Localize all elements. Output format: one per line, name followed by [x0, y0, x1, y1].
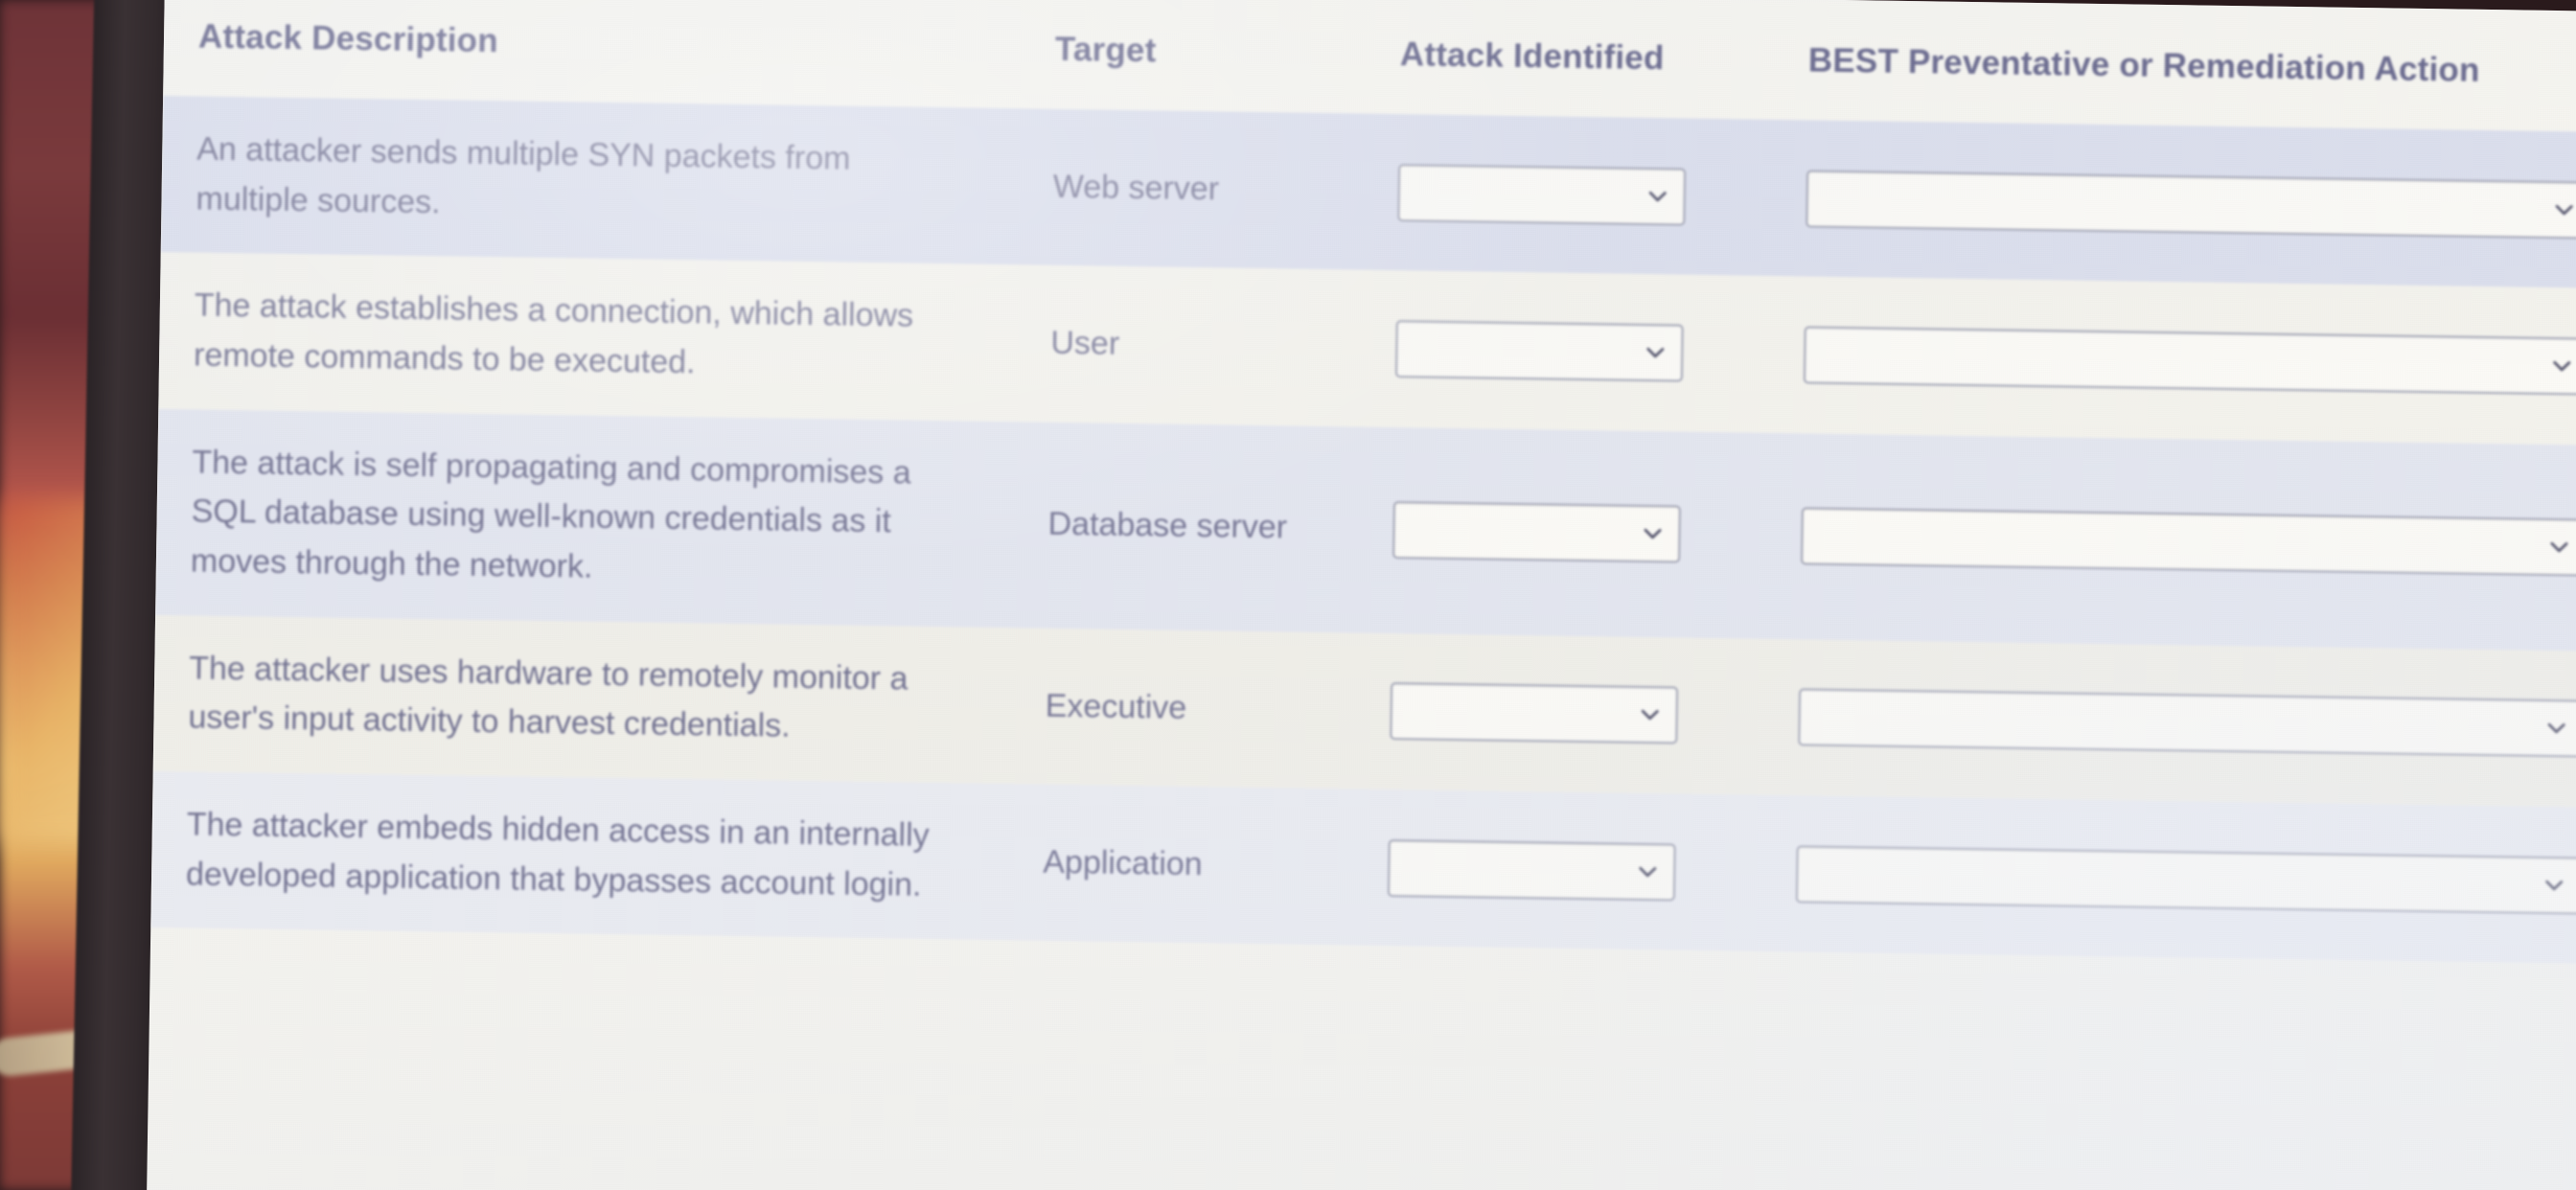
best-action-cell	[1772, 639, 2576, 808]
best-action-select[interactable]	[1795, 845, 2576, 915]
attack-identified-select[interactable]	[1394, 320, 1684, 382]
target-cell: Web server	[1052, 168, 1220, 208]
attack-identified-select[interactable]	[1390, 682, 1679, 744]
chevron-down-icon	[2551, 197, 2576, 222]
screen-content: Attack Description Target Attack Identif…	[146, 0, 2576, 1190]
best-action-select[interactable]	[1806, 170, 2576, 240]
chevron-down-icon	[1645, 184, 1670, 209]
best-action-cell	[1781, 120, 2576, 288]
attack-description-cell: An attacker sends multiple SYN packets f…	[196, 130, 851, 220]
chevron-down-icon	[2543, 716, 2568, 741]
best-action-cell	[1775, 433, 2576, 652]
column-header-target: Target	[1025, 0, 1382, 114]
best-action-select[interactable]	[1801, 507, 2576, 577]
photo-of-screen: Attack Description Target Attack Identif…	[0, 0, 2576, 1190]
column-header-best-action: BEST Preventative or Remediation Action	[1782, 0, 2576, 132]
target-cell: Application	[1043, 843, 1203, 883]
attack-identified-select[interactable]	[1387, 838, 1676, 902]
attack-matrix-table: Attack Description Target Attack Identif…	[150, 0, 2576, 965]
attack-identified-select[interactable]	[1392, 501, 1681, 563]
chevron-down-icon	[1640, 521, 1665, 546]
attack-description-cell: The attack establishes a connection, whi…	[193, 286, 914, 381]
chevron-down-icon	[1643, 340, 1668, 365]
column-header-attack-description: Attack Description	[163, 0, 1027, 109]
chevron-down-icon	[1635, 859, 1660, 884]
table-body: An attacker sends multiple SYN packets f…	[150, 95, 2576, 965]
attack-identified-cell	[1375, 270, 1780, 433]
table-row: The attack is self propagating and compr…	[155, 408, 2576, 652]
best-action-select[interactable]	[1803, 326, 2576, 396]
best-action-select[interactable]	[1798, 688, 2576, 758]
column-header-attack-identified: Attack Identified	[1379, 0, 1784, 121]
target-cell: Database server	[1047, 506, 1288, 546]
chevron-down-icon	[2546, 535, 2571, 560]
attack-description-cell: The attacker embeds hidden access in an …	[185, 806, 930, 904]
attack-identified-cell	[1370, 632, 1775, 795]
target-cell: Executive	[1045, 687, 1187, 726]
attack-identified-cell	[1372, 426, 1778, 638]
attack-identified-cell	[1378, 114, 1782, 277]
attack-identified-select[interactable]	[1397, 163, 1687, 226]
attack-identified-cell	[1368, 790, 1772, 952]
attack-description-cell: The attack is self propagating and compr…	[190, 444, 911, 585]
chevron-down-icon	[2549, 354, 2574, 378]
best-action-cell	[1778, 276, 2576, 445]
best-action-cell	[1770, 795, 2576, 964]
target-cell: User	[1050, 324, 1120, 362]
chevron-down-icon	[2542, 873, 2566, 898]
chevron-down-icon	[1638, 702, 1663, 727]
attack-description-cell: The attacker uses hardware to remotely m…	[188, 650, 908, 745]
